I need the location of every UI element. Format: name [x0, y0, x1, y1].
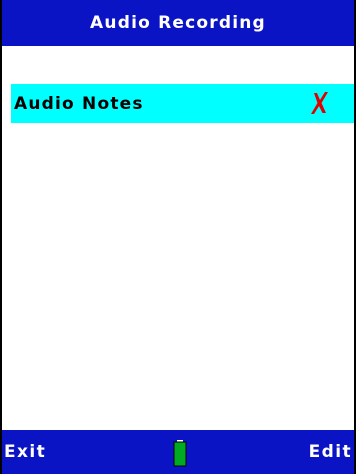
list-item-audio-notes[interactable]: Audio Notes [11, 84, 354, 123]
red-x-icon [308, 90, 330, 116]
battery-icon [173, 440, 187, 467]
page-title: Audio Recording [90, 13, 266, 33]
edit-softkey[interactable]: Edit [309, 430, 352, 474]
content-area: Audio Notes [2, 46, 354, 430]
title-bar: Audio Recording [2, 0, 354, 46]
list-item-label: Audio Notes [14, 93, 144, 114]
phone-screen: Audio Recording Audio Notes Exit Edit [0, 0, 356, 474]
softkey-bar: Exit Edit [2, 430, 354, 474]
exit-softkey[interactable]: Exit [4, 430, 46, 474]
